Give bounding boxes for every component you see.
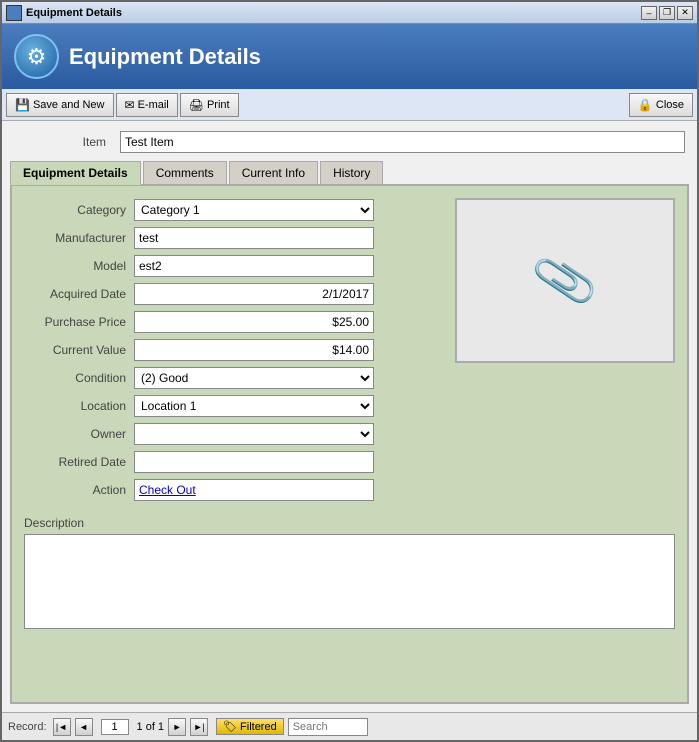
header-banner: Equipment Details [2,24,697,89]
form-area: Category Category 1 Category 2 Category … [24,198,675,506]
email-button[interactable]: ✉ E-mail [116,93,178,117]
tab-header: Equipment Details Comments Current Info … [10,161,689,185]
save-icon: 💾 [15,98,30,112]
owner-select[interactable] [134,423,374,445]
tab-equipment-details[interactable]: Equipment Details [10,161,141,185]
close-icon: 🔒 [638,98,653,112]
filtered-button[interactable]: 🏷 Filtered [216,718,284,735]
purchase-price-row: Purchase Price [24,310,445,334]
action-row: Action Check Out [24,478,445,502]
print-label: Print [207,99,230,111]
action-link[interactable]: Check Out [139,483,196,497]
window-close-button[interactable]: ✕ [677,6,693,20]
content-area: Item Equipment Details Comments Current … [2,121,697,712]
tab-current-info[interactable]: Current Info [229,161,318,185]
window-title: Equipment Details [26,7,641,19]
description-label: Description [24,516,675,530]
condition-label: Condition [24,371,134,385]
item-label: Item [14,135,114,149]
model-row: Model [24,254,445,278]
form-fields: Category Category 1 Category 2 Category … [24,198,445,506]
manufacturer-input[interactable] [134,227,374,249]
nav-first-button[interactable]: |◄ [53,718,71,736]
category-select[interactable]: Category 1 Category 2 Category 3 [134,199,374,221]
restore-button[interactable]: ❐ [659,6,675,20]
location-select[interactable]: Location 1 Location 2 [134,395,374,417]
location-label: Location [24,399,134,413]
item-row: Item [10,129,689,155]
record-info [101,719,129,735]
filter-icon: 🏷 [223,720,237,733]
purchase-price-label: Purchase Price [24,315,134,329]
owner-label: Owner [24,427,134,441]
action-container: Check Out [134,479,374,501]
header-title: Equipment Details [69,44,261,70]
minimize-button[interactable]: – [641,6,657,20]
description-textarea[interactable] [24,534,675,629]
title-bar: Equipment Details – ❐ ✕ [2,2,697,24]
email-label: E-mail [138,99,169,111]
tab-container: Equipment Details Comments Current Info … [10,161,689,704]
current-value-input[interactable] [134,339,374,361]
category-label: Category [24,203,134,217]
model-input[interactable] [134,255,374,277]
nav-last-button[interactable]: ►| [190,718,208,736]
acquired-date-label: Acquired Date [24,287,134,301]
print-icon: 🖨 [189,98,204,112]
toolbar: 💾 Save and New ✉ E-mail 🖨 Print 🔒 Close [2,89,697,121]
print-button[interactable]: 🖨 Print [180,93,239,117]
purchase-price-input[interactable] [134,311,374,333]
window-icon [6,5,22,21]
manufacturer-label: Manufacturer [24,231,134,245]
action-label: Action [24,483,134,497]
current-value-label: Current Value [24,343,134,357]
manufacturer-row: Manufacturer [24,226,445,250]
record-total: 1 of 1 [137,721,165,733]
tab-comments[interactable]: Comments [143,161,227,185]
condition-select[interactable]: (1) Poor (2) Good (3) Excellent [134,367,374,389]
current-value-row: Current Value [24,338,445,362]
save-and-new-label: Save and New [33,99,105,111]
equipment-icon [14,34,59,79]
email-icon: ✉ [125,98,135,112]
location-row: Location Location 1 Location 2 [24,394,445,418]
search-input[interactable] [288,718,368,736]
nav-prev-button[interactable]: ◄ [75,718,93,736]
retired-date-row: Retired Date [24,450,445,474]
filtered-label: Filtered [240,721,277,733]
category-row: Category Category 1 Category 2 Category … [24,198,445,222]
record-current-input[interactable] [101,719,129,735]
acquired-date-row: Acquired Date [24,282,445,306]
status-bar: Record: |◄ ◄ 1 of 1 ► ►| 🏷 Filtered [2,712,697,740]
condition-row: Condition (1) Poor (2) Good (3) Excellen… [24,366,445,390]
close-label: Close [656,99,684,111]
model-label: Model [24,259,134,273]
nav-next-button[interactable]: ► [168,718,186,736]
paperclip-icon: 📎 [529,245,601,316]
retired-date-label: Retired Date [24,455,134,469]
retired-date-input[interactable] [134,451,374,473]
owner-row: Owner [24,422,445,446]
image-placeholder[interactable]: 📎 [455,198,675,363]
record-label: Record: [8,721,47,733]
tab-history[interactable]: History [320,161,383,185]
main-window: Equipment Details – ❐ ✕ Equipment Detail… [0,0,699,742]
item-input[interactable] [120,131,685,153]
tab-body: Category Category 1 Category 2 Category … [10,184,689,704]
close-button[interactable]: 🔒 Close [629,93,693,117]
window-controls: – ❐ ✕ [641,6,693,20]
save-and-new-button[interactable]: 💾 Save and New [6,93,114,117]
acquired-date-input[interactable] [134,283,374,305]
description-area: Description [24,516,675,632]
